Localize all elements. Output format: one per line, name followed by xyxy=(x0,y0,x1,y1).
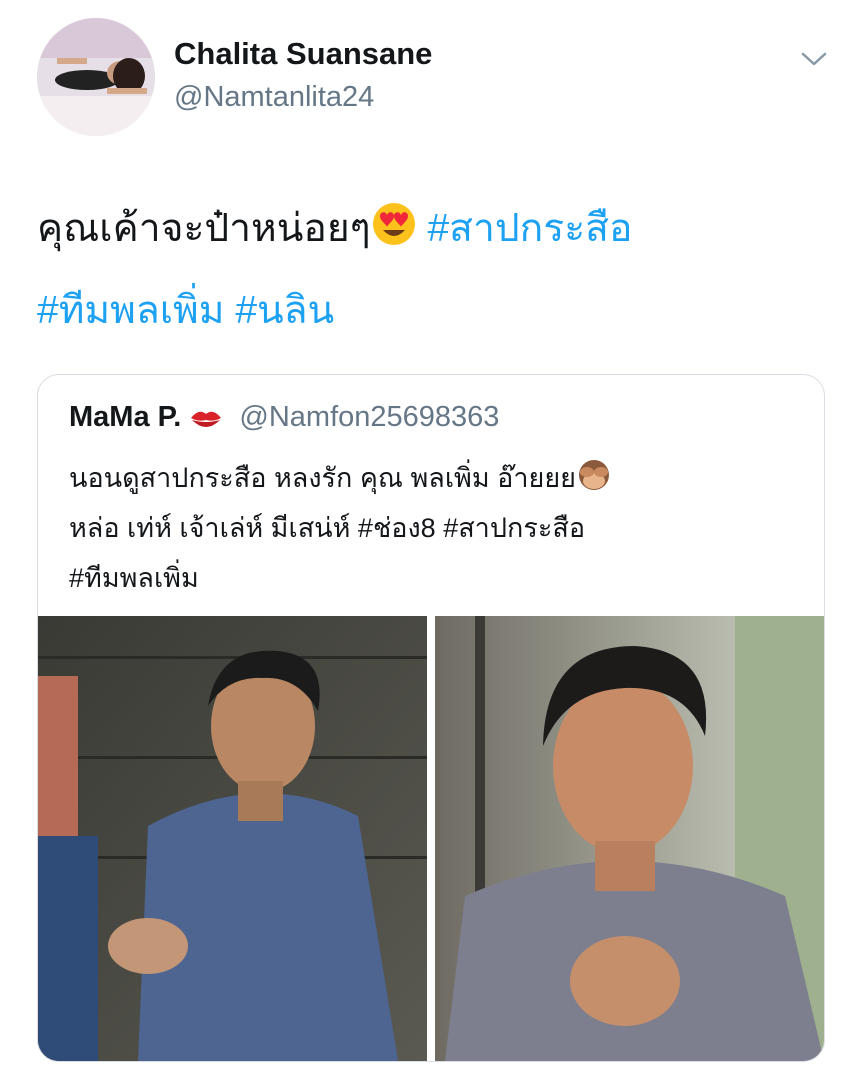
tweet-text: คุณเค้าจะป๋าหน่อยๆ #สาปกระสือ #ทีมพลเพิ่… xyxy=(37,188,817,352)
quoted-text-line: นอนดูสาปกระสือ หลงรัก คุณ พลเพิ่ม อ๊ายยย xyxy=(69,463,576,493)
quoted-author-name[interactable]: MaMa P. xyxy=(69,401,181,433)
chevron-down-icon[interactable] xyxy=(800,48,828,70)
see-no-evil-monkey-emoji-icon xyxy=(576,457,612,493)
tweet-body: คุณเค้าจะป๋าหน่อยๆ xyxy=(37,207,371,250)
author-handle[interactable]: @Namtanlita24 xyxy=(174,81,374,114)
author-name[interactable]: Chalita Suansane xyxy=(174,36,432,72)
quoted-tweet-header: MaMa P. @Namfon25698363 xyxy=(69,401,499,434)
quoted-author-handle[interactable]: @Namfon25698363 xyxy=(239,401,499,433)
hashtag-link[interactable]: #ทีมพลเพิ่ม xyxy=(37,289,224,332)
quoted-tweet[interactable]: MaMa P. @Namfon25698363 นอนดูสาปกระสือ ห… xyxy=(37,374,825,1062)
hashtag-link[interactable]: #สาปกระสือ xyxy=(427,207,632,250)
hashtag-link[interactable]: #นลิน xyxy=(235,289,334,332)
media-photo-left[interactable] xyxy=(38,616,427,1061)
quoted-text-line: #ทีมพลเพิ่ม xyxy=(69,563,199,593)
heart-eyes-emoji-icon xyxy=(371,201,417,247)
kiss-mark-emoji-icon xyxy=(189,406,223,432)
quoted-tweet-text: นอนดูสาปกระสือ หลงรัก คุณ พลเพิ่ม อ๊ายยย… xyxy=(69,453,789,603)
quoted-text-line: หล่อ เท่ห์ เจ้าเล่ห์ มีเสน่ห์ #ช่อง8 #สา… xyxy=(69,513,586,543)
media-photo-right[interactable] xyxy=(435,616,824,1061)
avatar[interactable] xyxy=(37,18,155,136)
